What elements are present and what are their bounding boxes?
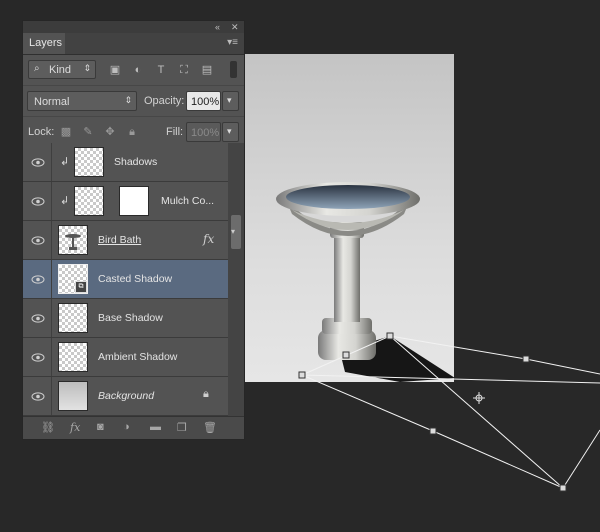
filter-kind-select[interactable]: ⌕ Kind ⇕ xyxy=(28,60,96,79)
layers-panel: « ✕ Layers ▾≡ ⌕ Kind ⇕ ▣ ◐ T ⛶ ▤ Normal … xyxy=(22,20,245,440)
chevron-down-icon: ▾ xyxy=(227,126,232,136)
layers-list: ↲ Shadows ↲ ⛓ Mulch Co... Bird Bath xyxy=(23,143,229,417)
lock-transparency-icon[interactable]: ▩ xyxy=(59,125,73,139)
fill-value: 100% xyxy=(191,127,220,139)
column-divider xyxy=(51,377,52,415)
lock-icon[interactable]: 🔒︎ xyxy=(203,388,209,401)
chevron-down-icon: ▾ xyxy=(227,95,232,105)
close-icon[interactable]: ✕ xyxy=(231,21,239,33)
layer-thumbnail xyxy=(58,303,88,333)
layer-row-background[interactable]: Background 🔒︎ xyxy=(23,377,229,416)
layer-row-mulch[interactable]: ↲ ⛓ Mulch Co... xyxy=(23,182,229,221)
layer-thumbnail: ⧉ xyxy=(58,264,88,294)
layer-name[interactable]: Shadows xyxy=(114,143,157,181)
new-layer-icon[interactable]: ❐ xyxy=(177,421,187,434)
updown-arrows-icon: ⇕ xyxy=(124,95,132,105)
tab-layers[interactable]: Layers xyxy=(23,33,65,54)
opacity-value: 100% xyxy=(191,96,220,108)
pixel-filter-icon[interactable]: ▣ xyxy=(108,63,122,77)
column-divider xyxy=(51,221,52,259)
eye-visibility-icon[interactable] xyxy=(29,338,47,376)
eye-visibility-icon[interactable] xyxy=(29,377,47,415)
filter-row: ⌕ Kind ⇕ ▣ ◐ T ⛶ ▤ xyxy=(23,55,244,86)
fill-dropdown-button[interactable]: ▾ xyxy=(222,122,239,142)
smart-object-badge-icon: ⧉ xyxy=(75,281,87,293)
new-adjustment-icon[interactable]: ◑ xyxy=(123,421,130,433)
clipping-mask-arrow-icon: ↲ xyxy=(60,195,70,207)
shape-filter-icon[interactable]: ⛶ xyxy=(177,63,191,77)
layer-mask-thumbnail[interactable] xyxy=(119,186,149,216)
eye-visibility-icon[interactable] xyxy=(29,299,47,337)
layer-thumbnail xyxy=(74,186,104,216)
add-mask-icon[interactable]: ◙ xyxy=(97,421,104,433)
adjustment-filter-icon[interactable]: ◐ xyxy=(131,63,145,77)
filter-kind-label: Kind xyxy=(49,64,72,76)
layer-row-shadows[interactable]: ↲ Shadows xyxy=(23,143,229,182)
fill-label: Fill: xyxy=(166,126,184,138)
layer-thumbnail xyxy=(58,225,88,255)
blend-mode-value: Normal xyxy=(34,96,70,108)
lock-position-icon[interactable]: ✥ xyxy=(103,125,117,139)
layer-name[interactable]: Base Shadow xyxy=(98,299,163,337)
bird-bath-thumb-icon xyxy=(65,234,81,250)
clipping-mask-arrow-icon: ↲ xyxy=(60,156,70,168)
layer-thumbnail xyxy=(58,381,88,411)
layer-name[interactable]: Ambient Shadow xyxy=(98,338,177,376)
column-divider xyxy=(51,299,52,337)
filter-toggle-switch[interactable] xyxy=(230,61,237,78)
link-layers-icon[interactable]: ⛓ xyxy=(41,421,55,434)
layer-row-bird-bath[interactable]: Bird Bath fx xyxy=(23,221,229,260)
column-divider xyxy=(51,260,52,298)
layer-name[interactable]: Background xyxy=(98,377,154,415)
fill-input[interactable]: 100% xyxy=(186,122,221,142)
blend-mode-select[interactable]: Normal ⇕ xyxy=(27,91,137,111)
eye-visibility-icon[interactable] xyxy=(29,143,47,181)
column-divider xyxy=(51,182,52,220)
lock-all-icon[interactable]: 🔒︎ xyxy=(125,125,139,139)
lock-brush-icon[interactable]: ✎ xyxy=(81,125,95,139)
new-group-icon[interactable]: ▬ xyxy=(150,421,161,433)
trash-icon[interactable]: 🗑︎ xyxy=(203,421,217,434)
eye-visibility-icon[interactable] xyxy=(29,182,47,220)
column-divider xyxy=(51,338,52,376)
layers-bottom-toolbar: ⛓ fx ◙ ◑ ▬ ❐ 🗑︎ xyxy=(23,416,244,439)
fx-icon[interactable]: fx xyxy=(70,421,80,434)
panel-menu-icon[interactable]: ▾≡ xyxy=(227,37,238,48)
layer-name[interactable]: Bird Bath xyxy=(98,221,141,259)
type-filter-icon[interactable]: T xyxy=(154,63,168,77)
search-icon: ⌕ xyxy=(34,63,40,74)
eye-visibility-icon[interactable] xyxy=(29,221,47,259)
layers-scrollbar[interactable]: ▾ xyxy=(228,143,244,417)
chevron-down-icon: ▾ xyxy=(231,227,236,236)
blend-row: Normal ⇕ Opacity: 100% ▾ xyxy=(23,86,244,117)
updown-arrows-icon: ⇕ xyxy=(83,63,91,73)
column-divider xyxy=(51,143,52,181)
opacity-input[interactable]: 100% xyxy=(186,91,221,111)
eye-visibility-icon[interactable] xyxy=(29,260,47,298)
fx-badge[interactable]: fx xyxy=(203,232,214,246)
smart-object-filter-icon[interactable]: ▤ xyxy=(200,63,214,77)
panel-tab-row: Layers ▾≡ xyxy=(23,33,244,55)
layer-name[interactable]: Casted Shadow xyxy=(98,260,172,298)
transform-center-pivot-icon[interactable] xyxy=(473,392,485,404)
lock-label: Lock: xyxy=(28,126,55,138)
layer-name[interactable]: Mulch Co... xyxy=(161,182,214,220)
layer-row-casted-shadow[interactable]: ⧉ Casted Shadow xyxy=(23,260,229,299)
layer-thumbnail xyxy=(74,147,104,177)
panel-title-bar[interactable]: « ✕ xyxy=(23,21,244,33)
layer-row-ambient-shadow[interactable]: Ambient Shadow xyxy=(23,338,229,377)
layer-thumbnail xyxy=(58,342,88,372)
layer-row-base-shadow[interactable]: Base Shadow xyxy=(23,299,229,338)
double-chevron-left-icon[interactable]: « xyxy=(215,21,220,33)
opacity-label: Opacity: xyxy=(144,95,185,107)
opacity-dropdown-button[interactable]: ▾ xyxy=(222,91,239,111)
